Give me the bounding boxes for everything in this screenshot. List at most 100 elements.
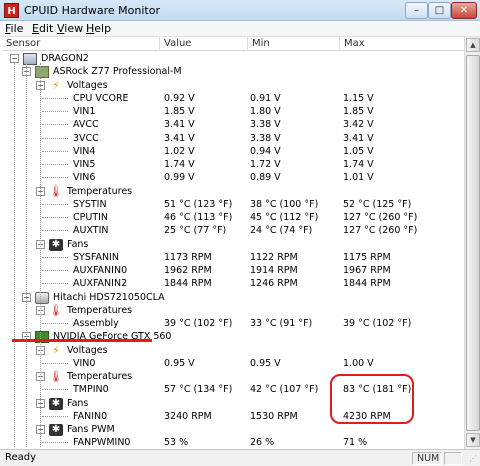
tree-connector	[42, 362, 68, 364]
tree-connector	[42, 442, 68, 444]
sensor-name: SYSTIN	[73, 198, 107, 210]
device-label: DRAGON2	[41, 53, 89, 64]
sensor-row[interactable]: VIN5 1.74 V 1.72 V 1.74 V	[2, 158, 463, 171]
sensor-min: 33 °C (91 °F)	[250, 318, 313, 329]
status-bar: Ready NUM ⋰	[0, 449, 480, 466]
status-text: Ready	[5, 452, 37, 463]
sensor-row[interactable]: SYSTIN 51 °C (123 °F) 38 °C (100 °F) 52 °C …	[2, 198, 463, 211]
device-node[interactable]: − DRAGON2	[2, 52, 463, 65]
sensor-row[interactable]: AVCC 3.41 V 3.38 V 3.42 V	[2, 118, 463, 131]
tree-guide-line	[40, 63, 41, 447]
group-node[interactable]: − ⚡ Voltages	[2, 344, 463, 357]
sensor-row[interactable]: AUXFANIN2 1844 RPM 1246 RPM 1844 RPM	[2, 277, 463, 290]
sensor-row[interactable]: 3VCC 3.41 V 3.38 V 3.41 V	[2, 132, 463, 145]
sensor-name: FANIN0	[73, 410, 108, 422]
sensor-name: VIN1	[73, 106, 96, 117]
group-node[interactable]: − 🌡 Temperatures	[2, 185, 463, 198]
vertical-scrollbar[interactable]: ▲ ▼	[464, 37, 480, 449]
sensor-min: 1246 RPM	[250, 278, 298, 290]
tree-connector	[42, 203, 68, 205]
sensor-row[interactable]: SYSFANIN 1173 RPM 1122 RPM 1175 RPM	[2, 251, 463, 264]
sensor-min: 0.95 V	[250, 357, 281, 369]
sensor-row[interactable]: Assembly 39 °C (102 °F) 33 °C (91 °F) 39 °C…	[2, 317, 463, 330]
sensor-value: 0.99 V	[164, 172, 195, 184]
sensor-row[interactable]: VIN1 1.85 V 1.80 V 1.85 V	[2, 105, 463, 118]
num-lock-indicator: NUM	[412, 452, 442, 465]
status-panel-empty	[444, 452, 462, 465]
menu-file[interactable]: File	[5, 22, 23, 35]
device-node[interactable]: − Hitachi HDS721050CLA	[2, 291, 463, 304]
menu-edit[interactable]: Edit	[32, 22, 53, 35]
tree-connector	[42, 389, 68, 391]
group-node[interactable]: − ⚡ Voltages	[2, 79, 463, 92]
group-node[interactable]: − ✱ Fans	[2, 238, 463, 251]
menu-file-label-rest: ile	[10, 22, 24, 35]
sensor-name: 3VCC	[73, 132, 99, 144]
motherboard-icon	[35, 66, 49, 79]
sensor-max: 127 °C (260 °F)	[343, 225, 418, 237]
sensor-row[interactable]: VIN4 1.02 V 0.94 V 1.05 V	[2, 145, 463, 158]
scroll-thumb[interactable]	[466, 55, 480, 431]
window-title: CPUID Hardware Monitor	[24, 4, 160, 17]
group-label: Fans	[67, 397, 89, 409]
scroll-down-button[interactable]: ▼	[466, 433, 480, 447]
close-button[interactable]: ✕	[451, 2, 477, 19]
sensor-row[interactable]: VIN6 0.99 V 0.89 V 1.01 V	[2, 171, 463, 184]
sensor-row[interactable]: VIN0 0.95 V 0.95 V 1.00 V	[2, 357, 463, 370]
menu-help-label-rest: elp	[94, 22, 112, 35]
sensor-min: 1530 RPM	[250, 410, 298, 422]
column-header: Sensor Value Min Max	[2, 37, 465, 51]
sensor-name: AUXTIN	[73, 225, 109, 237]
sensor-value: 0.95 V	[164, 357, 195, 369]
sensor-row[interactable]: AUXFANIN0 1962 RPM 1914 RPM 1967 RPM	[2, 264, 463, 277]
group-label: Temperatures	[67, 185, 133, 197]
group-node[interactable]: − ✱ Fans PWM	[2, 423, 463, 436]
title-bar[interactable]: H CPUID Hardware Monitor – □ ✕	[0, 0, 480, 21]
menu-help[interactable]: Help	[86, 22, 111, 35]
sensor-min: 3.38 V	[250, 119, 281, 131]
sensor-max: 127 °C (260 °F)	[343, 212, 418, 223]
voltage-icon: ⚡	[52, 343, 60, 357]
group-label: Temperatures	[67, 371, 133, 382]
sensor-row[interactable]: AUXTIN 25 °C (77 °F) 24 °C (74 °F) 127 °C (…	[2, 224, 463, 237]
sensor-max: 1.15 V	[343, 92, 374, 104]
sensor-max: 1.00 V	[343, 357, 374, 369]
maximize-button[interactable]: □	[428, 2, 451, 19]
tree-guide-line	[26, 63, 27, 447]
sensor-max: 52 °C (125 °F)	[343, 198, 412, 210]
sensor-max: 3.42 V	[343, 119, 374, 131]
tree-connector	[42, 217, 68, 218]
sensor-value: 3.41 V	[164, 119, 195, 131]
tree-connector	[42, 323, 68, 324]
group-node[interactable]: − 🌡 Temperatures	[2, 304, 463, 317]
sensor-row[interactable]: CPU VCORE 0.92 V 0.91 V 1.15 V	[2, 92, 463, 105]
fan-icon: ✱	[49, 238, 63, 251]
sensor-value: 1844 RPM	[164, 278, 212, 290]
menu-view[interactable]: View	[57, 22, 83, 35]
sensor-min: 1.72 V	[250, 159, 281, 170]
tree-connector	[42, 150, 68, 152]
tree-collapse-toggle[interactable]: −	[10, 54, 19, 63]
group-label: Temperatures	[67, 304, 133, 316]
sensor-value: 3240 RPM	[164, 410, 212, 422]
column-header-max[interactable]: Max	[340, 37, 465, 51]
sensor-value: 1962 RPM	[164, 265, 212, 276]
column-header-sensor[interactable]: Sensor	[2, 37, 160, 51]
resize-grip[interactable]: ⋰	[465, 453, 477, 465]
sensor-value: 51 °C (123 °F)	[164, 198, 233, 210]
group-label: Voltages	[67, 79, 108, 91]
column-header-min[interactable]: Min	[248, 37, 340, 51]
sensor-row[interactable]: CPUTIN 46 °C (113 °F) 45 °C (112 °F) 127 °C…	[2, 211, 463, 224]
scroll-up-button[interactable]: ▲	[466, 38, 480, 52]
app-icon[interactable]: H	[4, 3, 19, 18]
sensor-row[interactable]: FANPWMIN0 53 % 26 % 71 %	[2, 436, 463, 447]
minimize-button[interactable]: –	[405, 2, 428, 19]
sensor-max: 1.85 V	[343, 106, 374, 117]
sensor-max: 39 °C (102 °F)	[343, 318, 412, 329]
sensor-min: 1914 RPM	[250, 265, 298, 276]
menu-view-label-rest: iew	[64, 22, 84, 35]
tree-connector	[42, 111, 68, 112]
column-header-value[interactable]: Value	[160, 37, 248, 51]
sensor-min: 1122 RPM	[250, 251, 298, 263]
device-node[interactable]: − ASRock Z77 Professional-M	[2, 65, 463, 79]
